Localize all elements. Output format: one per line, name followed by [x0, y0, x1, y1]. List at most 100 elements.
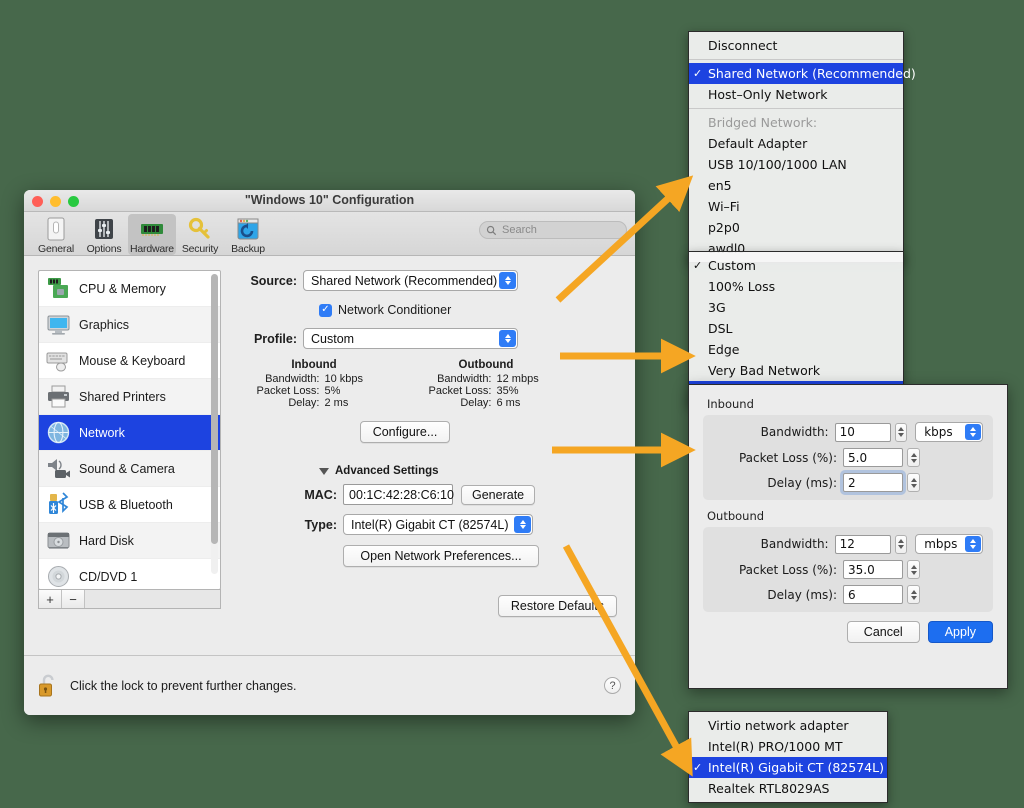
toolbar-tab-options-label: Options [87, 243, 122, 255]
device-list-footer: + − [38, 589, 221, 609]
inbound-delay-stepper[interactable] [907, 473, 920, 492]
menu-item-label: DSL [708, 321, 733, 336]
toolbar-tab-security[interactable]: Security [176, 214, 224, 255]
menu-separator [689, 108, 903, 109]
menu-item[interactable]: DSL [689, 318, 903, 339]
menu-item[interactable]: Default Adapter [689, 133, 903, 154]
sidebar-item-usb-bluetooth[interactable]: USB & Bluetooth [39, 487, 220, 523]
inbound-bandwidth-stepper[interactable] [895, 423, 907, 442]
menu-item-label: Intel(R) PRO/1000 MT [708, 739, 843, 754]
menu-item-label: Intel(R) Gigabit CT (82574L) [708, 760, 884, 775]
dialog-apply-button[interactable]: Apply [928, 621, 993, 643]
menu-item[interactable]: Intel(R) PRO/1000 MT [689, 736, 887, 757]
scrollbar-thumb[interactable] [211, 274, 218, 544]
open-network-preferences-button[interactable]: Open Network Preferences... [343, 545, 539, 567]
menu-item[interactable]: Host–Only Network [689, 84, 903, 105]
outbound-packet-loss-label: Packet Loss (%): [713, 563, 837, 577]
dialog-cancel-button[interactable]: Cancel [847, 621, 920, 643]
monitor-icon [46, 312, 71, 337]
menu-item[interactable]: USB 10/100/1000 LAN [689, 154, 903, 175]
menu-item[interactable]: 100% Loss [689, 276, 903, 297]
add-device-button[interactable]: + [39, 590, 62, 608]
outbound-loss-key: Packet Loss: [414, 385, 492, 397]
network-conditioner-checkbox[interactable]: ✓ Network Conditioner [319, 303, 635, 317]
adapter-type-dropdown[interactable]: Intel(R) Gigabit CT (82574L) [343, 514, 533, 535]
inbound-packet-loss-stepper[interactable] [907, 448, 920, 467]
menu-item-label: p2p0 [708, 220, 740, 235]
remove-device-button[interactable]: − [62, 590, 85, 608]
configure-button[interactable]: Configure... [360, 421, 451, 443]
profile-dropdown[interactable]: Custom [303, 328, 518, 349]
inbound-bandwidth-unit-dropdown[interactable]: kbps [915, 422, 983, 442]
outbound-delay-stepper[interactable] [907, 585, 920, 604]
toolbar-tab-options[interactable]: Options [80, 214, 128, 255]
adapter-type-dropdown-menu[interactable]: Virtio network adapter Intel(R) PRO/1000… [688, 711, 888, 803]
screenshot-root: "Windows 10" Configuration General [0, 0, 1024, 808]
sidebar-scrollbar[interactable] [211, 274, 218, 574]
keyboard-mouse-icon [46, 348, 71, 373]
menu-item[interactable]: Very Bad Network [689, 360, 903, 381]
search-input[interactable]: Search [479, 221, 627, 239]
source-dropdown-menu[interactable]: Disconnect ✓Shared Network (Recommended)… [688, 31, 904, 263]
inbound-summary: Inbound Bandwidth:10 kbps Packet Loss:5%… [239, 359, 389, 409]
menu-item[interactable]: Virtio network adapter [689, 715, 887, 736]
generate-mac-button[interactable]: Generate [461, 485, 535, 505]
inbound-bandwidth-value: 10 [840, 425, 855, 439]
inbound-delay-input[interactable]: 2 [843, 473, 903, 492]
toolbar-tab-backup-label: Backup [231, 243, 265, 255]
outbound-bandwidth-input[interactable]: 12 [835, 535, 891, 554]
check-slot: ✓ [693, 67, 708, 80]
sidebar-item-label: Shared Printers [79, 390, 166, 404]
menu-item[interactable]: ✓Custom [689, 255, 903, 276]
inbound-delay-key: Delay: [242, 397, 320, 409]
sidebar-item-cd-dvd-1[interactable]: CD/DVD 1 [39, 559, 220, 590]
inbound-title: Inbound [239, 359, 389, 371]
sidebar-item-network[interactable]: Network [39, 415, 220, 451]
source-dropdown[interactable]: Shared Network (Recommended) [303, 270, 518, 291]
menu-item[interactable]: en5 [689, 175, 903, 196]
sidebar-item-cpu-memory[interactable]: CPU & Memory [39, 271, 220, 307]
inbound-bandwidth-input[interactable]: 10 [835, 423, 891, 442]
mac-address-value: 00:1C:42:28:C6:10 [349, 488, 454, 502]
outbound-packet-loss-stepper[interactable] [907, 560, 920, 579]
menu-item[interactable]: ✓Shared Network (Recommended) [689, 63, 903, 84]
mac-address-input[interactable]: 00:1C:42:28:C6:10 [343, 484, 453, 505]
sidebar-item-shared-printers[interactable]: Shared Printers [39, 379, 220, 415]
sidebar-item-graphics[interactable]: Graphics [39, 307, 220, 343]
sidebar-item-mouse-keyboard[interactable]: Mouse & Keyboard [39, 343, 220, 379]
menu-item[interactable]: p2p0 [689, 217, 903, 238]
open-padlock-icon[interactable] [38, 673, 60, 699]
network-conditioner-label: Network Conditioner [338, 303, 451, 317]
menu-item[interactable]: Wi–Fi [689, 196, 903, 217]
outbound-bandwidth-stepper[interactable] [895, 535, 907, 554]
inbound-packet-loss-label: Packet Loss (%): [713, 451, 837, 465]
sidebar-item-hard-disk[interactable]: Hard Disk [39, 523, 220, 559]
advanced-settings-disclosure[interactable]: Advanced Settings [319, 465, 635, 477]
device-list[interactable]: CPU & Memory Graphics [38, 270, 221, 590]
outbound-delay-value: 6 ms [497, 397, 559, 409]
toolbar-tab-general[interactable]: General [32, 214, 80, 255]
menu-item-label: Edge [708, 342, 739, 357]
help-button[interactable]: ? [604, 677, 621, 694]
chevron-updown-icon [499, 272, 516, 289]
menu-item[interactable]: Edge [689, 339, 903, 360]
chevron-updown-icon [499, 330, 516, 347]
outbound-delay-input[interactable]: 6 [843, 585, 903, 604]
menu-item[interactable]: Realtek RTL8029AS [689, 778, 887, 799]
outbound-packet-loss-input[interactable]: 35.0 [843, 560, 903, 579]
sidebar-item-sound-camera[interactable]: Sound & Camera [39, 451, 220, 487]
outbound-bandwidth-unit-dropdown[interactable]: mbps [915, 534, 983, 554]
outbound-packet-loss-value: 35.0 [848, 563, 875, 577]
restore-defaults-button[interactable]: Restore Defaults [498, 595, 617, 617]
sidebar-item-label: Network [79, 426, 125, 440]
inbound-packet-loss-input[interactable]: 5.0 [843, 448, 903, 467]
profile-dropdown-menu[interactable]: ✓Custom 100% Loss 3G DSL Edge Very Bad N… [688, 251, 904, 406]
menu-item[interactable]: 3G [689, 297, 903, 318]
menu-item-label: Custom [708, 258, 756, 273]
menu-item[interactable]: Disconnect [689, 35, 903, 56]
security-key-icon [187, 216, 213, 242]
menu-item[interactable]: ✓Intel(R) Gigabit CT (82574L) [689, 757, 887, 778]
lock-message: Click the lock to prevent further change… [70, 679, 297, 693]
toolbar-tab-backup[interactable]: Backup [224, 214, 272, 255]
toolbar-tab-hardware[interactable]: Hardware [128, 214, 176, 255]
